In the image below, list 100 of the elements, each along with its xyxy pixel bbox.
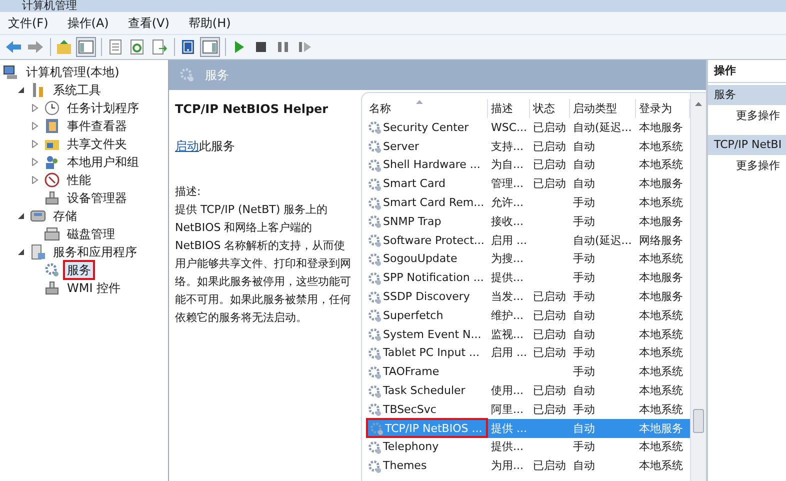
expand-arrow-icon[interactable] [31,104,39,112]
table-row[interactable]: SPP Notification ... 提供... 手动 本地服务 [366,268,690,288]
collapse-arrow-icon[interactable] [17,248,25,256]
table-row[interactable]: Tablet PC Input ... 启用 ... 已启动 手动 本地系统 [366,344,690,362]
tree-item[interactable]: WMI 控件 [63,278,125,298]
table-row[interactable]: Superfetch 维护... 已启动 自动 本地系统 [366,306,690,325]
table-cell: 提供 ... [491,420,527,436]
expand-arrow-icon[interactable] [31,140,39,148]
table-cell: 自动 [573,326,595,342]
table-cell: 自动 [573,138,595,154]
sort-caret-icon [416,100,423,104]
table-row[interactable]: TAOFrame 手动 本地系统 [366,362,690,382]
table-cell: 接收... [491,214,524,229]
tools-icon [30,82,46,98]
table-row[interactable]: Smart Card 管理... 已启动 自动 本地服务 [366,174,690,194]
service-name-cell: Smart Card Rem... [383,196,484,210]
tree-item[interactable]: 性能 [63,170,95,190]
service-name-cell: Shell Hardware ... [383,158,480,172]
table-cell: 手动 [573,364,595,380]
table-cell: 已启动 [533,458,566,474]
table-cell: 本地服务 [639,120,683,135]
table-row[interactable]: Telephony 提供... 手动 本地系统 [366,438,690,456]
actions-section-header[interactable]: 服务 [708,85,786,105]
table-cell: 管理... [491,176,524,192]
tree-item[interactable]: 事件查看器 [63,116,131,136]
table-row[interactable]: System Event N... 监视... 已启动 自动 本地系统 [366,324,690,344]
table-cell: WSC... [491,120,528,134]
actions-section-header[interactable]: TCP/IP NetBI [708,135,786,155]
tree-item[interactable]: 存储 [49,206,81,226]
table-cell: 已启动 [533,326,566,342]
table-cell: 支持... [491,138,524,154]
start-link[interactable]: 启动 [175,139,199,153]
collapse-arrow-icon[interactable] [17,212,25,220]
tree-item[interactable]: 磁盘管理 [63,224,119,244]
more-actions-item[interactable]: 更多操作 [708,105,786,127]
table-row[interactable]: SSDP Discovery 当发... 已启动 手动 本地服务 [366,287,690,306]
scroll-up-arrow-icon[interactable] [695,102,702,106]
tree-item[interactable]: 共享文件夹 [63,134,131,154]
table-cell: 本地系统 [639,345,683,360]
export-icon [151,39,167,55]
table-row[interactable]: TBSecSvc 阿里... 已启动 手动 本地系统 [366,400,690,419]
tree-pane-button[interactable] [76,37,96,57]
gauge-icon [44,172,60,188]
menu-item[interactable]: 文件(F) [0,14,60,32]
gear-icon [367,158,381,172]
table-row[interactable]: Security Center WSC... 已启动 自动(延迟... 本地服务 [366,118,690,137]
vertical-scrollbar[interactable] [690,93,706,481]
gear-icon [367,196,381,210]
table-row[interactable]: Task Scheduler 使用... 已启动 自动 本地系统 [366,381,690,400]
column-header[interactable]: 登录为 [636,99,690,118]
tree-item[interactable]: 设备管理器 [63,188,131,208]
menu-item[interactable]: 操作(A) [59,14,120,32]
table-cell: 当发... [491,289,524,304]
column-header[interactable]: 启动类型 [570,99,636,118]
gear-icon [367,120,381,134]
device-icon [44,280,60,296]
gear-icon [367,364,381,379]
expand-arrow-icon[interactable] [31,122,39,130]
action-pane-icon [202,39,218,55]
gear-icon [367,176,381,191]
tree-item[interactable]: 本地用户和组 [63,152,143,172]
table-row[interactable]: Server 支持... 已启动 自动 本地系统 [366,136,690,156]
folder-up-icon [56,39,72,55]
table-cell: 手动 [573,402,595,417]
table-cell: 手动 [573,195,595,210]
folder-up-button[interactable] [54,37,74,57]
window-title: 计算机管理 [22,0,77,12]
service-name: TCP/IP NetBIOS Helper [175,102,330,116]
column-header[interactable]: 名称 [366,99,488,118]
tree-item[interactable]: 系统工具 [49,80,105,100]
tree-item[interactable]: 服务 [63,260,95,280]
table-cell: 本地系统 [639,157,683,172]
tree-item[interactable]: 任务计划程序 [63,98,143,118]
column-header[interactable]: 描述 [488,99,530,118]
column-header[interactable]: 状态 [530,99,570,118]
service-name-cell: SNMP Trap [383,214,442,228]
table-row[interactable]: Software Protect... 启用 ... 自动(延迟... 网络服务 [366,230,690,250]
table-row[interactable]: Themes 为用... 已启动 自动 本地系统 [366,456,690,476]
collapse-arrow-icon[interactable] [17,86,25,94]
table-cell: 手动 [573,439,595,454]
table-cell: 阿里... [491,402,524,417]
expand-arrow-icon[interactable] [31,158,39,166]
gear-icon [367,139,381,154]
menu-item[interactable]: 帮助(H) [180,14,242,32]
action-pane-button[interactable] [200,37,220,57]
menu-item[interactable]: 查看(V) [120,14,180,32]
service-name-cell: TBSecSvc [383,402,436,416]
table-row[interactable]: Smart Card Rem... 允许... 手动 本地系统 [366,193,690,212]
tree-item[interactable]: 服务和应用程序 [49,242,141,262]
scroll-thumb[interactable] [693,409,704,433]
table-cell: 手动 [573,289,595,304]
service-name-cell: TAOFrame [383,365,440,378]
more-actions-item[interactable]: 更多操作 [708,155,786,177]
table-cell: 自动 [573,458,595,474]
table-row[interactable]: Shell Hardware ... 为自... 已启动 自动 本地系统 [366,156,690,174]
table-row[interactable]: SNMP Trap 接收... 手动 本地服务 [366,212,690,231]
expand-arrow-icon[interactable] [31,176,39,184]
table-row[interactable]: SogouUpdate 为搜... 手动 本地系统 [366,250,690,268]
tree-item[interactable]: 计算机管理(本地) [22,62,124,82]
document-icon [107,39,123,55]
